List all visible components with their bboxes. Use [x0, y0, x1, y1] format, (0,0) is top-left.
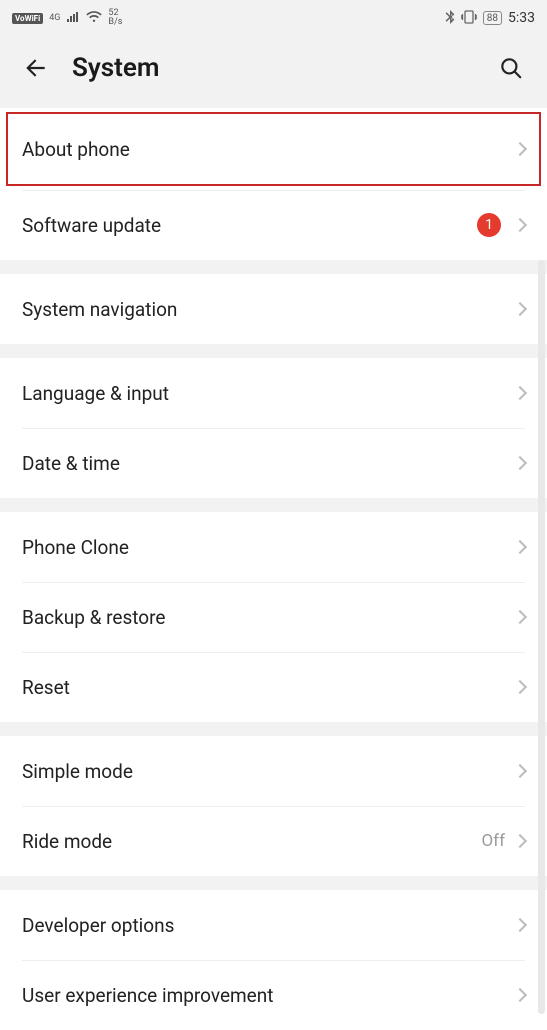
chevron-right-icon — [513, 540, 527, 554]
chevron-right-icon — [513, 764, 527, 778]
bluetooth-icon — [445, 10, 455, 27]
chevron-right-icon — [513, 610, 527, 624]
row-simple-mode[interactable]: Simple mode — [0, 736, 547, 806]
network-speed: 52 B/s — [108, 9, 122, 27]
chevron-right-icon — [513, 386, 527, 400]
row-developer-options[interactable]: Developer options — [0, 890, 547, 960]
settings-group: About phone Software update1 — [0, 108, 547, 260]
signal-icon — [66, 11, 80, 26]
wifi-icon — [86, 11, 102, 26]
row-language-input[interactable]: Language & input — [0, 358, 547, 428]
row-system-navigation[interactable]: System navigation — [0, 274, 547, 344]
status-left: VoWiFi 4G 52 B/s — [12, 9, 122, 27]
row-user-experience-improvement[interactable]: User experience improvement — [0, 960, 547, 1030]
chevron-right-icon — [513, 456, 527, 470]
search-icon — [498, 55, 524, 81]
row-label: Reset — [22, 676, 515, 699]
clock: 5:33 — [508, 10, 535, 26]
row-phone-clone[interactable]: Phone Clone — [0, 512, 547, 582]
row-label: Language & input — [22, 382, 515, 405]
row-reset[interactable]: Reset — [0, 652, 547, 722]
settings-group: Developer options User experience improve… — [0, 890, 547, 1030]
settings-group: System navigation — [0, 274, 547, 344]
chevron-right-icon — [513, 834, 527, 848]
battery-icon: 88 — [483, 11, 502, 25]
vowifi-icon: VoWiFi — [12, 13, 43, 24]
network-label: 4G — [49, 14, 60, 23]
chevron-right-icon — [513, 302, 527, 316]
row-ride-mode[interactable]: Ride modeOff — [0, 806, 547, 876]
back-button[interactable] — [16, 48, 56, 88]
chevron-right-icon — [513, 918, 527, 932]
status-bar: VoWiFi 4G 52 B/s 88 5:33 — [0, 0, 547, 36]
page-title: System — [72, 53, 491, 83]
row-label: About phone — [22, 138, 515, 161]
status-right: 88 5:33 — [445, 10, 535, 27]
row-label: Developer options — [22, 914, 515, 937]
chevron-right-icon — [513, 988, 527, 1002]
header: System — [0, 36, 547, 108]
settings-group: Language & input Date & time — [0, 358, 547, 498]
back-arrow-icon — [23, 55, 49, 81]
settings-list: About phone Software update1 System naviga… — [0, 108, 547, 1030]
row-label: Date & time — [22, 452, 515, 475]
scrollbar[interactable] — [538, 260, 545, 1014]
row-label: Software update — [22, 214, 477, 237]
row-about-phone[interactable]: About phone — [0, 108, 547, 190]
chevron-right-icon — [513, 218, 527, 232]
row-label: Phone Clone — [22, 536, 515, 559]
row-backup-restore[interactable]: Backup & restore — [0, 582, 547, 652]
settings-group: Simple mode Ride modeOff — [0, 736, 547, 876]
row-software-update[interactable]: Software update1 — [0, 190, 547, 260]
vibrate-icon — [461, 10, 477, 27]
row-label: Simple mode — [22, 760, 515, 783]
settings-group: Phone Clone Backup & restore Reset — [0, 512, 547, 722]
row-label: User experience improvement — [22, 984, 515, 1007]
chevron-right-icon — [513, 680, 527, 694]
notification-badge: 1 — [477, 213, 501, 237]
search-button[interactable] — [491, 48, 531, 88]
row-label: System navigation — [22, 298, 515, 321]
row-value: Off — [481, 831, 505, 851]
row-label: Backup & restore — [22, 606, 515, 629]
row-label: Ride mode — [22, 830, 481, 853]
chevron-right-icon — [513, 142, 527, 156]
row-date-time[interactable]: Date & time — [0, 428, 547, 498]
